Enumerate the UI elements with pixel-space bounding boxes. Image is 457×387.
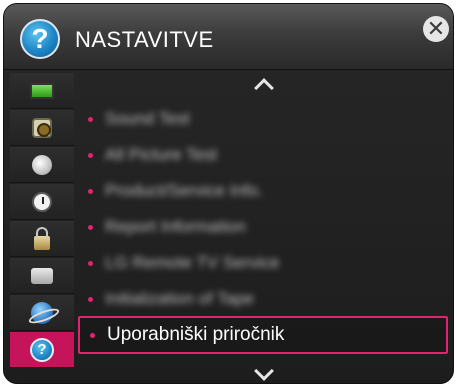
chevron-down-icon xyxy=(254,361,274,381)
list-item[interactable]: Sound Test xyxy=(78,101,450,137)
list-item-label: Report Information xyxy=(105,217,246,236)
list-item-label: Uporabniški priročnik xyxy=(107,324,285,345)
sidebar-item-network[interactable] xyxy=(10,295,74,331)
list-item[interactable]: Product/Service Info. xyxy=(78,173,450,209)
sidebar-item-picture[interactable] xyxy=(10,73,74,109)
sidebar-item-option[interactable] xyxy=(10,258,74,294)
close-button[interactable]: ✕ xyxy=(423,16,449,42)
settings-panel: ? NASTAVITVE ✕ ? Sound Test All Picture … xyxy=(3,3,454,384)
bullet-icon xyxy=(90,332,95,338)
list-item-label: LG Remote TV Service xyxy=(105,253,280,272)
sidebar-item-sound[interactable] xyxy=(10,110,74,146)
list-item-label: Product/Service Info. xyxy=(105,181,263,200)
scroll-down-button[interactable] xyxy=(78,361,450,383)
list-item-user-guide[interactable]: Uporabniški priročnik xyxy=(78,316,448,354)
list-item[interactable]: Report Information xyxy=(78,209,450,245)
speaker-sound-icon xyxy=(32,117,52,138)
sidebar-item-channels[interactable] xyxy=(10,147,74,183)
satellite-dish-icon xyxy=(32,154,52,175)
briefcase-option-icon xyxy=(31,267,53,284)
bullet-icon xyxy=(88,296,93,302)
list-item-label: All Picture Test xyxy=(105,145,218,164)
tv-picture-icon xyxy=(30,82,54,99)
bullet-icon xyxy=(88,188,93,194)
list-item-label: Initialization of Tape xyxy=(105,289,255,308)
list-item-label: Sound Test xyxy=(105,109,190,128)
sidebar-item-lock[interactable] xyxy=(10,221,74,257)
list-item[interactable]: Initialization of Tape xyxy=(78,281,450,317)
panel-header: ? NASTAVITVE ✕ xyxy=(4,4,453,70)
sidebar: ? xyxy=(10,73,74,383)
bullet-icon xyxy=(88,260,93,266)
list-item[interactable]: LG Remote TV Service xyxy=(78,245,450,281)
bullet-icon xyxy=(88,152,93,158)
scroll-up-button[interactable] xyxy=(78,75,450,101)
sidebar-item-support[interactable]: ? xyxy=(10,332,74,368)
help-support-icon: ? xyxy=(30,337,54,362)
chevron-up-icon xyxy=(254,78,274,98)
padlock-icon xyxy=(34,226,50,250)
menu-list: Sound Test All Picture Test Product/Serv… xyxy=(78,73,450,383)
list-item[interactable]: All Picture Test xyxy=(78,137,450,173)
globe-network-icon xyxy=(31,301,53,324)
bullet-icon xyxy=(88,224,93,230)
help-badge-icon: ? xyxy=(20,19,60,59)
page-title: NASTAVITVE xyxy=(75,27,214,52)
bullet-icon xyxy=(88,116,93,122)
clock-time-icon xyxy=(32,191,52,212)
sidebar-item-time[interactable] xyxy=(10,184,74,220)
